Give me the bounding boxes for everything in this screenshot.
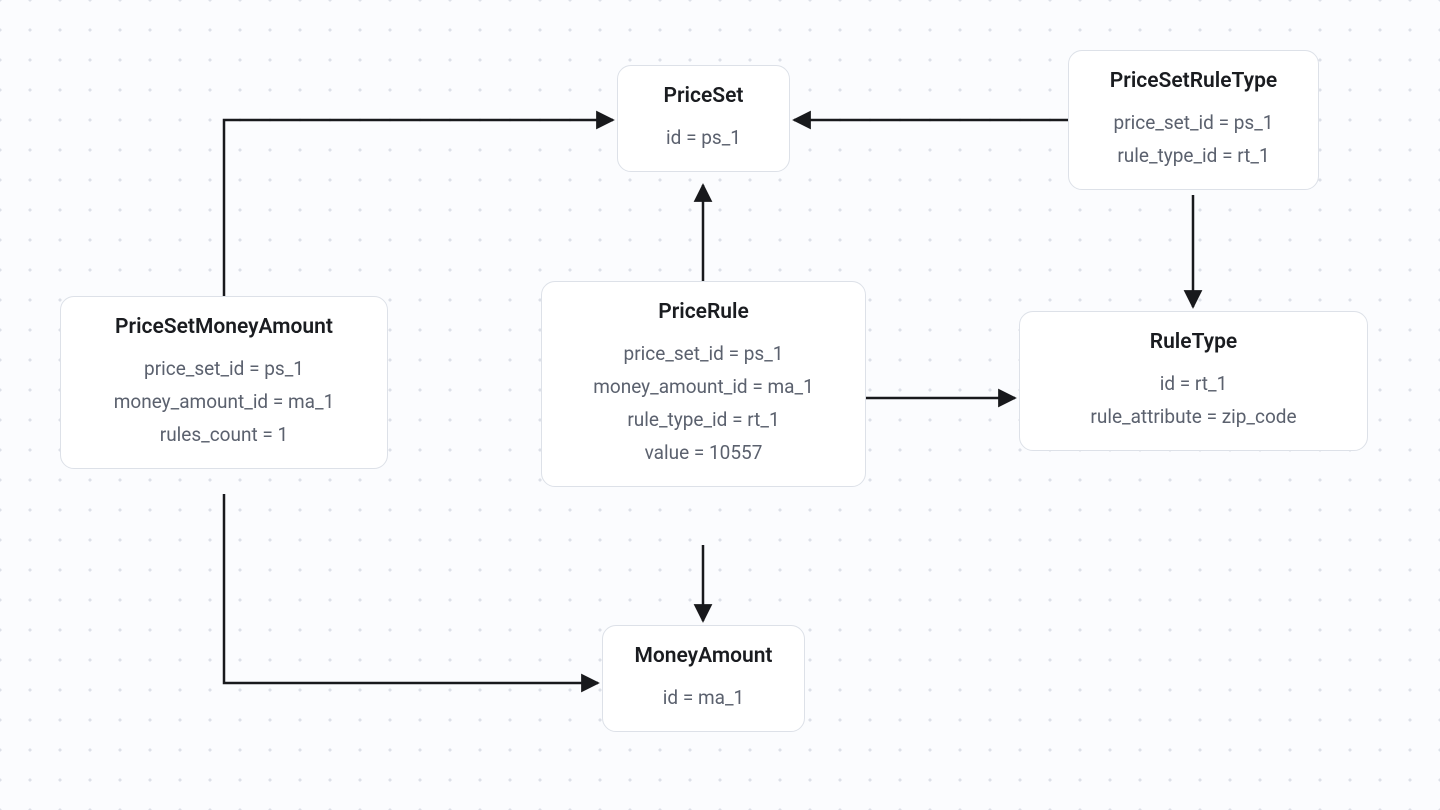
node-title: PriceRule	[566, 300, 841, 324]
node-field: money_amount_id = ma_1	[566, 375, 841, 398]
node-title: MoneyAmount	[627, 644, 780, 668]
node-field: rule_type_id = rt_1	[1093, 144, 1294, 167]
edge-psma-to-priceset	[224, 120, 613, 296]
node-field: money_amount_id = ma_1	[85, 390, 363, 413]
node-price-set: PriceSet id = ps_1	[617, 65, 790, 172]
edge-psma-to-moneyamount	[224, 494, 598, 683]
node-fields: id = ps_1	[642, 126, 765, 149]
node-field: id = ma_1	[627, 686, 780, 709]
node-title: PriceSet	[642, 84, 765, 108]
node-field: price_set_id = ps_1	[1093, 111, 1294, 134]
node-field: price_set_id = ps_1	[85, 357, 363, 380]
node-field: rule_attribute = zip_code	[1044, 405, 1343, 428]
node-money-amount: MoneyAmount id = ma_1	[602, 625, 805, 732]
node-field: value = 10557	[566, 441, 841, 464]
node-fields: price_set_id = ps_1 money_amount_id = ma…	[566, 342, 841, 464]
node-title: RuleType	[1044, 330, 1343, 354]
node-title: PriceSetRuleType	[1093, 69, 1294, 93]
node-field: price_set_id = ps_1	[566, 342, 841, 365]
node-field: rule_type_id = rt_1	[566, 408, 841, 431]
node-field: rules_count = 1	[85, 423, 363, 446]
node-field: id = rt_1	[1044, 372, 1343, 395]
node-price-set-money-amount: PriceSetMoneyAmount price_set_id = ps_1 …	[60, 296, 388, 469]
node-fields: price_set_id = ps_1 rule_type_id = rt_1	[1093, 111, 1294, 167]
diagram-canvas: PriceSet id = ps_1 PriceSetRuleType pric…	[0, 0, 1440, 810]
node-fields: price_set_id = ps_1 money_amount_id = ma…	[85, 357, 363, 446]
node-title: PriceSetMoneyAmount	[85, 315, 363, 339]
node-rule-type: RuleType id = rt_1 rule_attribute = zip_…	[1019, 311, 1368, 451]
node-price-rule: PriceRule price_set_id = ps_1 money_amou…	[541, 281, 866, 487]
node-fields: id = rt_1 rule_attribute = zip_code	[1044, 372, 1343, 428]
node-price-set-rule-type: PriceSetRuleType price_set_id = ps_1 rul…	[1068, 50, 1319, 190]
node-fields: id = ma_1	[627, 686, 780, 709]
node-field: id = ps_1	[642, 126, 765, 149]
